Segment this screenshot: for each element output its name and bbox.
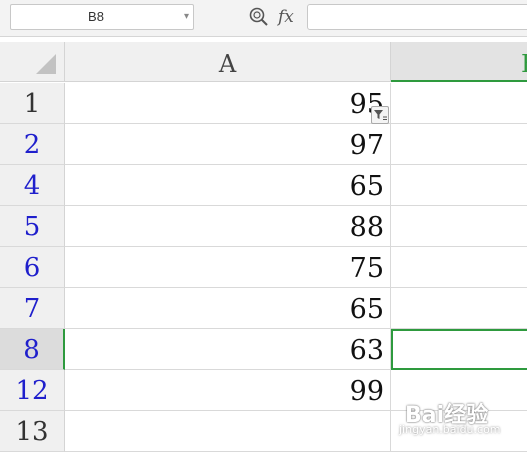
table-row: 4 65 (0, 165, 527, 206)
filter-icon[interactable] (371, 106, 389, 124)
cell-a[interactable]: 95 (65, 83, 391, 124)
formula-bar: B8 ▾ fx (0, 0, 527, 37)
cell-a[interactable]: 88 (65, 206, 391, 247)
select-all-corner[interactable] (0, 42, 65, 82)
formula-input[interactable] (307, 4, 527, 30)
row-header[interactable]: 5 (0, 206, 65, 247)
cell-a[interactable]: 65 (65, 165, 391, 206)
cell-b[interactable] (391, 288, 527, 329)
column-header-b[interactable]: B (391, 42, 527, 82)
table-row: 8 63 (0, 329, 527, 370)
chevron-down-icon[interactable]: ▾ (184, 5, 189, 29)
cell-a[interactable]: 65 (65, 288, 391, 329)
row-header[interactable]: 2 (0, 124, 65, 165)
row-header[interactable]: 13 (0, 411, 65, 452)
name-box-value[interactable]: B8 (11, 5, 181, 29)
cell-a[interactable]: 75 (65, 247, 391, 288)
name-box[interactable]: B8 ▾ (10, 4, 194, 30)
cell-b[interactable] (391, 206, 527, 247)
watermark: Bai经验 jingyan.baidu.com (393, 393, 527, 445)
row-header[interactable]: 12 (0, 370, 65, 411)
cell-a[interactable]: 99 (65, 370, 391, 411)
zoom-formula-icon[interactable] (248, 6, 270, 28)
watermark-url: jingyan.baidu.com (399, 423, 501, 436)
cell-b[interactable] (391, 83, 527, 124)
cell-a[interactable]: 63 (65, 329, 391, 370)
table-row: 2 97 (0, 124, 527, 165)
row-header[interactable]: 6 (0, 247, 65, 288)
cell-a[interactable] (65, 411, 391, 452)
cell-b[interactable] (391, 165, 527, 206)
row-header[interactable]: 8 (0, 329, 65, 370)
column-header-a[interactable]: A (65, 42, 391, 82)
row-header[interactable]: 7 (0, 288, 65, 329)
row-header[interactable]: 1 (0, 83, 65, 124)
selected-cell-b8[interactable] (391, 329, 527, 370)
select-all-icon (36, 54, 56, 74)
cell-a[interactable]: 97 (65, 124, 391, 165)
fx-icon[interactable]: fx (278, 4, 302, 30)
row-header[interactable]: 4 (0, 165, 65, 206)
cell-b[interactable] (391, 124, 527, 165)
table-row: 1 95 (0, 83, 527, 124)
table-row: 6 75 (0, 247, 527, 288)
cell-b[interactable] (391, 247, 527, 288)
table-row: 5 88 (0, 206, 527, 247)
table-row: 7 65 (0, 288, 527, 329)
